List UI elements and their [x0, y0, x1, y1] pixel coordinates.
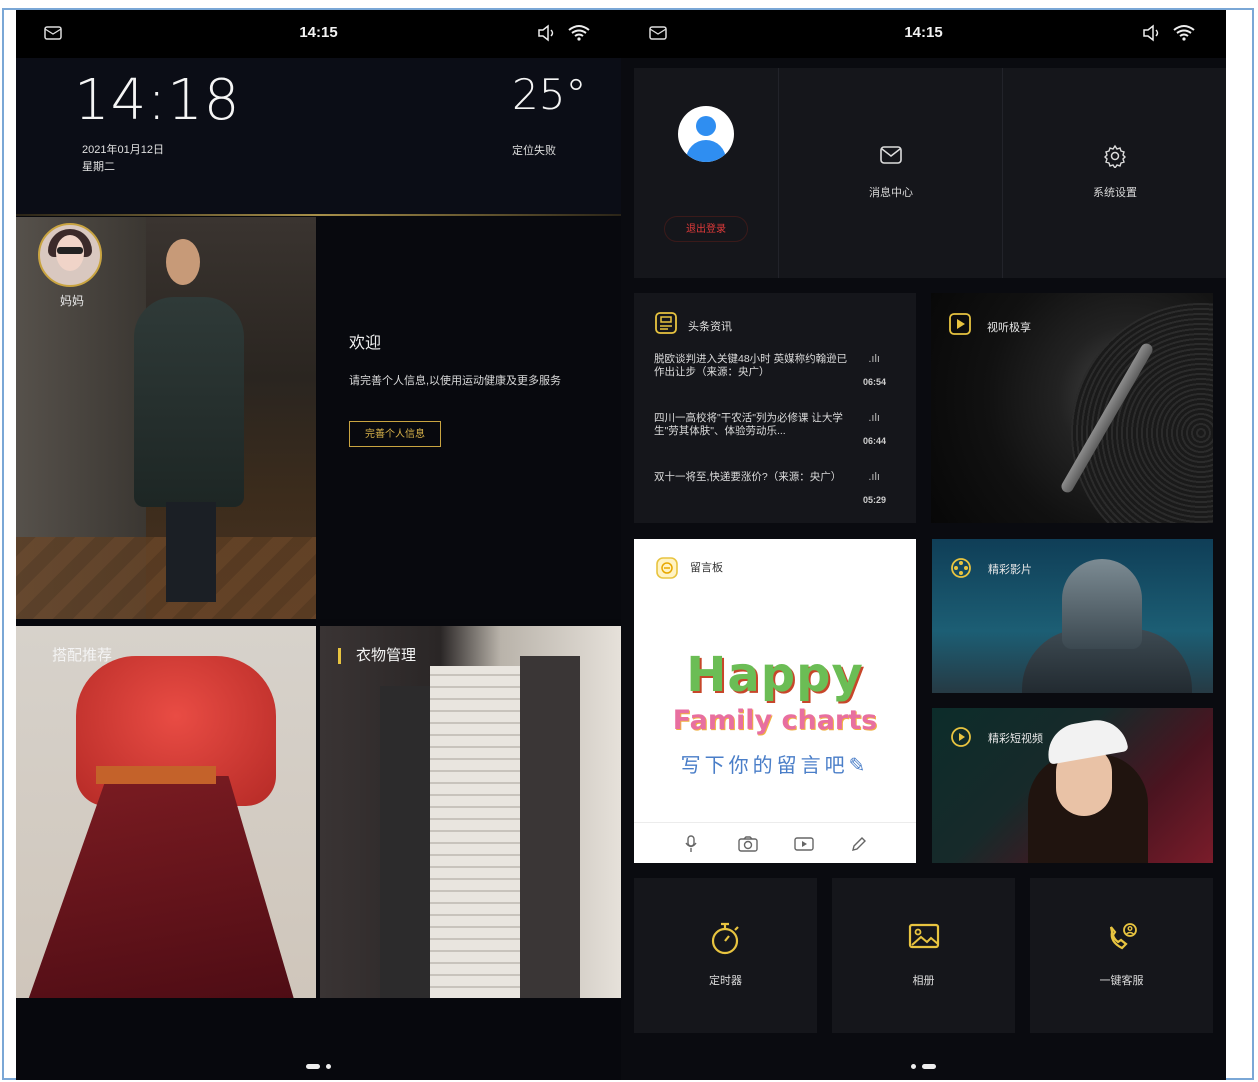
- photo-album-icon: [908, 923, 940, 949]
- play-icon: [949, 313, 971, 335]
- movie-poster-image: [1062, 559, 1142, 649]
- user-name: 妈妈: [60, 294, 85, 308]
- volume-wifi-icons: [538, 24, 590, 42]
- news-text: 脱欧谈判进入关键48小时 英媒称约翰逊已作出让步（来源：央广）: [654, 353, 848, 378]
- video-icon[interactable]: [794, 836, 814, 852]
- message-board-title: 留言板: [690, 562, 723, 574]
- pencil-art-icon: ✎: [848, 755, 870, 777]
- welcome-title: 欢迎: [349, 335, 382, 352]
- customer-service-label: 一键客服: [1099, 975, 1144, 987]
- welcome-subtitle: 请完善个人信息,以使用运动健康及更多服务: [349, 375, 562, 387]
- page-dot-2: [922, 1064, 936, 1070]
- status-time: 14:15: [299, 24, 338, 41]
- news-duration: 06:44: [862, 436, 886, 446]
- pencil-icon[interactable]: [850, 835, 868, 853]
- movies-tile-label: 精彩影片: [988, 564, 1032, 576]
- home-screen-page-1: 14:15 14:18 2021年01月12日 星期二 25° 定位失败 妈妈: [16, 10, 621, 1080]
- featured-movies-tile[interactable]: 精彩影片: [932, 539, 1213, 693]
- system-settings-button[interactable]: 系统设置: [1002, 68, 1226, 278]
- complete-profile-button[interactable]: 完善个人信息: [349, 421, 441, 447]
- status-bar: 14:15: [16, 10, 621, 58]
- news-text: 双十一将至,快递要涨价?（来源：央广）: [654, 471, 842, 483]
- account-panel: 退出登录 消息中心 系统设置: [634, 68, 1226, 278]
- news-item[interactable]: 双十一将至,快递要涨价?（来源：央广） .ılı 05:29: [654, 471, 908, 521]
- date-text: 2021年01月12日: [82, 144, 164, 156]
- page-dot-2: [326, 1064, 331, 1070]
- welcome-panel: 欢迎 请完善个人信息,以使用运动健康及更多服务 完善个人信息: [317, 217, 621, 619]
- outfit-recommendation-tile[interactable]: 搭配推荐: [16, 626, 316, 998]
- user-avatar[interactable]: [38, 223, 102, 287]
- weekday-text: 星期二: [82, 161, 115, 173]
- gear-icon: [1104, 144, 1126, 168]
- news-title: 头条资讯: [688, 321, 732, 333]
- news-duration: 05:29: [862, 495, 886, 505]
- logout-button[interactable]: 退出登录: [664, 216, 748, 242]
- play-circle-icon: [951, 727, 971, 747]
- wardrobe-management-tile[interactable]: 衣物管理: [320, 626, 621, 998]
- page-dot-1: [306, 1064, 320, 1070]
- audio-bars-icon: .ılı: [868, 412, 880, 424]
- clock-time: 14:18: [74, 68, 241, 133]
- envelope-icon: [880, 146, 902, 164]
- page-dot-1: [911, 1064, 916, 1070]
- customer-service-phone-icon: [1109, 923, 1137, 950]
- audio-tile-label: 视听极享: [987, 322, 1031, 334]
- page-indicator: [621, 1058, 1226, 1070]
- camera-icon[interactable]: [738, 836, 758, 852]
- audio-bars-icon: .ılı: [868, 353, 880, 365]
- audio-visual-tile[interactable]: 视听极享: [931, 293, 1213, 523]
- page-indicator: [16, 1058, 621, 1070]
- status-bar: 14:15: [621, 10, 1226, 58]
- leave-message-prompt: 写下你的留言吧✎: [680, 755, 870, 777]
- clock-weather-header: 14:18 2021年01月12日 星期二 25° 定位失败: [16, 58, 621, 216]
- account-avatar[interactable]: [678, 106, 734, 162]
- temperature: 25°: [512, 70, 587, 119]
- clock-date: 2021年01月12日 星期二: [82, 142, 164, 176]
- news-item[interactable]: 四川一高校将"干农活"列为必修课 让大学生"劳其体肤"、体验劳动乐... .ıl…: [654, 412, 908, 462]
- message-center-label: 消息中心: [869, 187, 913, 199]
- system-settings-label: 系统设置: [1093, 187, 1137, 199]
- vinyl-record-image: [1071, 303, 1213, 523]
- home-screen-page-2: 14:15 退出登录 消息中心 系统设置 头条资讯 脱欧谈判进入关键48小时 英…: [621, 10, 1226, 1080]
- stopwatch-icon: [711, 922, 739, 955]
- message-center-button[interactable]: 消息中心: [778, 68, 1003, 278]
- message-board-icon: [656, 557, 678, 579]
- status-time: 14:15: [904, 24, 943, 41]
- short-videos-tile[interactable]: 精彩短视频: [932, 708, 1213, 863]
- news-icon: [655, 312, 677, 334]
- divider: [16, 214, 621, 216]
- short-video-tile-label: 精彩短视频: [988, 733, 1043, 745]
- location-status: 定位失败: [512, 145, 556, 157]
- timer-button[interactable]: 定时器: [634, 878, 817, 1033]
- wardrobe-tile-label: 衣物管理: [356, 647, 417, 664]
- photo-album-button[interactable]: 相册: [832, 878, 1015, 1033]
- timer-label: 定时器: [709, 975, 742, 987]
- microphone-icon[interactable]: [684, 835, 698, 853]
- message-input-toolbar: [634, 822, 916, 863]
- customer-service-button[interactable]: 一键客服: [1030, 878, 1213, 1033]
- outfit-tile-label: 搭配推荐: [52, 647, 113, 664]
- headline-news-tile[interactable]: 头条资讯 脱欧谈判进入关键48小时 英媒称约翰逊已作出让步（来源：央广） .ıl…: [634, 293, 916, 523]
- volume-wifi-icons: [1143, 24, 1195, 42]
- news-duration: 06:54: [862, 377, 886, 387]
- family-charts-art-text: Family charts: [672, 705, 878, 736]
- tile-accent-bar: [338, 648, 341, 664]
- news-text: 四川一高校将"干农活"列为必修课 让大学生"劳其体肤"、体验劳动乐...: [654, 412, 843, 437]
- message-board-tile[interactable]: 留言板 Happy Family charts 写下你的留言吧✎: [634, 539, 916, 863]
- audio-bars-icon: .ılı: [868, 471, 880, 483]
- news-item[interactable]: 脱欧谈判进入关键48小时 英媒称约翰逊已作出让步（来源：央广） .ılı 06:…: [654, 353, 908, 403]
- happy-art-text: Happy: [686, 647, 864, 703]
- model-photo: [134, 297, 244, 507]
- photo-album-label: 相册: [912, 975, 935, 987]
- film-reel-icon: [951, 558, 971, 578]
